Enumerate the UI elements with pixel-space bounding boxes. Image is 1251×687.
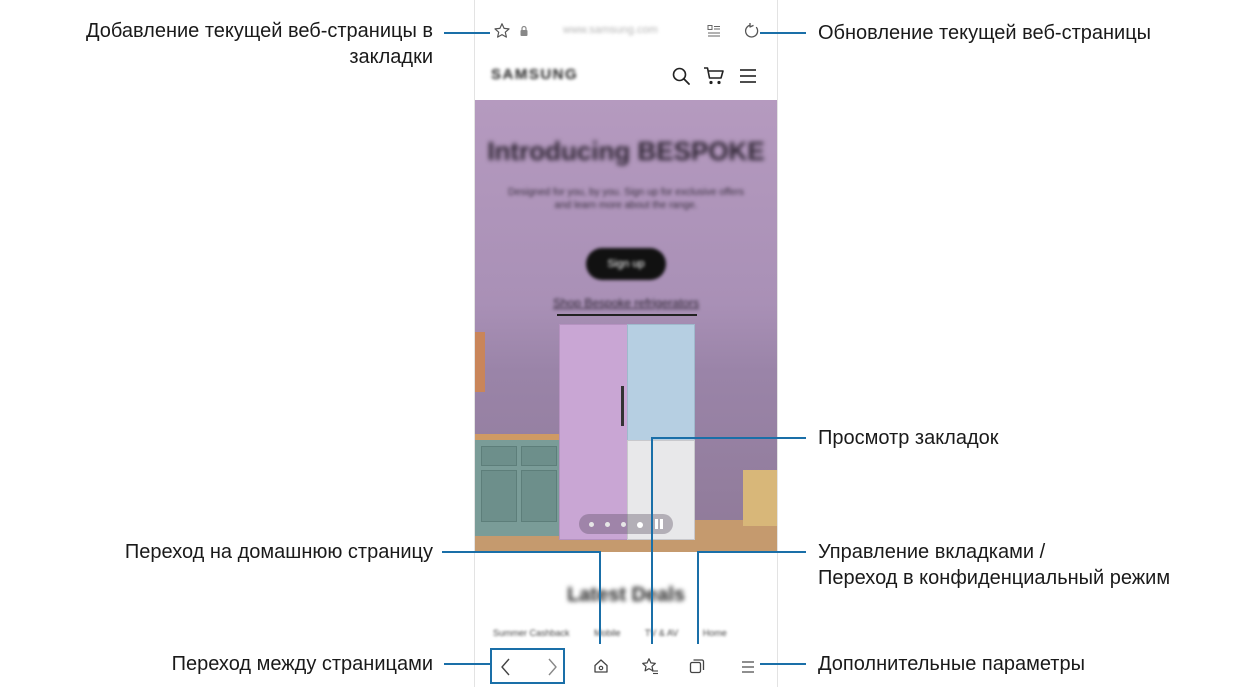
search-icon[interactable] (671, 66, 691, 86)
bookmark-star-icon[interactable] (493, 22, 511, 40)
callout-tabs-line1: Управление вкладками / (818, 541, 1046, 563)
fridge-left-door (559, 324, 629, 540)
back-icon[interactable] (499, 656, 513, 678)
deals-tab[interactable]: Home (703, 628, 727, 638)
site-menu-icon[interactable] (739, 68, 757, 84)
cabinet-drawer (521, 470, 557, 522)
refresh-icon[interactable] (743, 22, 761, 40)
carousel-indicator[interactable] (579, 514, 673, 534)
hero-divider (557, 314, 697, 316)
cart-icon[interactable] (703, 66, 725, 86)
fridge-handle (621, 386, 624, 426)
stacked-boxes (743, 470, 777, 526)
callout-tabs-line2: Переход в конфиденциальный режим (818, 567, 1171, 589)
hero-title: Introducing BESPOKE (487, 136, 765, 166)
more-menu-icon[interactable] (741, 660, 755, 674)
carousel-dot-active[interactable] (637, 522, 643, 528)
hero-signup-button[interactable]: Sign up (586, 248, 666, 280)
reader-mode-icon[interactable] (707, 24, 721, 38)
cabinet-drawer (521, 446, 557, 466)
carousel-dot[interactable] (621, 522, 626, 527)
deals-tab[interactable]: TV & AV (645, 628, 678, 638)
carousel-dot[interactable] (589, 522, 594, 527)
callout-bookmark-add-line1: Добавление текущей веб-страницы в (85, 20, 433, 42)
lock-icon (520, 25, 528, 36)
site-header: SAMSUNG (475, 52, 777, 98)
cabinet-drawer (481, 470, 517, 522)
cabinet (475, 434, 561, 536)
url-text[interactable]: www.samsung.com (563, 24, 673, 36)
hero-banner[interactable]: Introducing BESPOKE Designed for you, by… (475, 100, 777, 552)
hero-subtitle: Designed for you, by you. Sign up for ex… (507, 187, 745, 211)
phone-screen: www.samsung.com SAMSUNG Introducing BESP… (474, 0, 778, 687)
deals-tab[interactable]: Summer Cashback (493, 628, 570, 638)
callout-home: Переход на домашнюю страницу (124, 541, 433, 563)
forward-icon[interactable] (545, 656, 559, 678)
callout-view-bookmarks: Просмотр закладок (818, 427, 999, 449)
home-icon[interactable] (593, 658, 609, 674)
hero-link[interactable]: Shop Bespoke refrigerators (553, 296, 699, 310)
callout-refresh: Обновление текущей веб-страницы (818, 22, 1152, 44)
callout-navigate: Переход между страницами (171, 653, 433, 675)
tabs-icon[interactable] (689, 658, 705, 674)
callout-more: Дополнительные параметры (818, 653, 1085, 675)
deals-tab[interactable]: Mobile (594, 628, 621, 638)
site-logo[interactable]: SAMSUNG (491, 66, 578, 83)
deals-title: Latest Deals (567, 584, 685, 606)
carousel-dot[interactable] (605, 522, 610, 527)
pause-icon[interactable] (653, 518, 665, 530)
address-bar[interactable]: www.samsung.com (475, 8, 777, 52)
deals-tabs: Summer Cashback Mobile TV & AV Home (493, 628, 777, 638)
bookmarks-icon[interactable] (641, 657, 659, 675)
cabinet-drawer (481, 446, 517, 466)
browser-toolbar (475, 646, 777, 687)
callout-bookmark-add-line2: закладки (349, 46, 433, 68)
wall-shelf (475, 332, 485, 392)
callout-tabs: Управление вкладками / Переход в конфиде… (818, 539, 1170, 591)
callout-bookmark-add: Добавление текущей веб-страницы в заклад… (86, 18, 433, 70)
